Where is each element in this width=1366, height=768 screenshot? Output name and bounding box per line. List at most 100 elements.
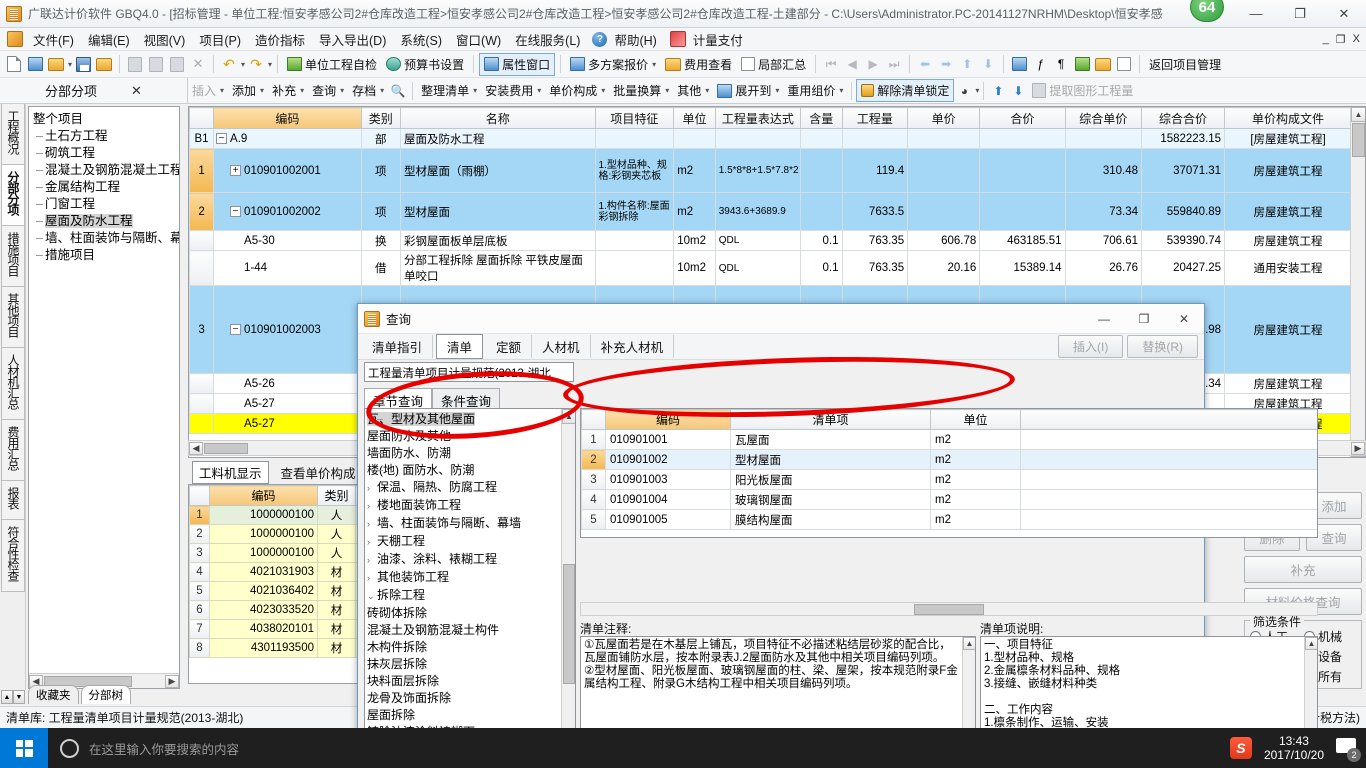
grid-col-5[interactable]: 单位	[673, 107, 716, 129]
delete-icon[interactable]: ✕	[188, 54, 208, 74]
calculator-icon[interactable]	[1009, 54, 1029, 74]
dialog-replace-button[interactable]: 替换(R)	[1127, 335, 1198, 358]
dialog-insert-button[interactable]: 插入(I)	[1058, 335, 1124, 358]
vtabs-scroll-down[interactable]: ▼	[13, 690, 25, 704]
description-scroll-up[interactable]: ▲	[1305, 637, 1317, 650]
cell-code[interactable]: A5-27	[213, 413, 362, 434]
chapter-tree-item-0[interactable]: 瓦、型材及其他屋面	[365, 411, 575, 428]
menu-item-system[interactable]: 系统(S)	[393, 28, 449, 51]
supplement-material-button[interactable]: 补充	[1244, 556, 1362, 583]
clause-col-0[interactable]	[581, 409, 606, 430]
arrow-down-icon[interactable]: ⬇	[1008, 81, 1028, 101]
vtab-0[interactable]: 工程概况	[1, 104, 25, 165]
undo-dropdown-caret[interactable]: ▾	[241, 60, 245, 69]
cell-code[interactable]: A5-27	[213, 393, 362, 414]
vtab-6[interactable]: 报表	[1, 481, 25, 520]
table-row[interactable]: 2 010901002 型材屋面 m2	[581, 449, 1317, 470]
table-row[interactable]: 1-44 借分部工程拆除 屋面拆除 平铁皮屋面 单咬口 10m2 QDL 0.1 763.…	[189, 250, 1352, 286]
grid-scroll-thumb[interactable]	[1352, 123, 1365, 157]
clause-grid-hscrollbar[interactable]	[580, 602, 1318, 616]
clause-grid-hscroll-thumb[interactable]	[914, 603, 984, 615]
chapter-tree-item-16[interactable]: 龙骨及饰面拆除	[365, 690, 575, 707]
multi-quote-caret[interactable]: ▾	[652, 60, 656, 69]
organize-list-button[interactable]: 整理清单 ▾	[417, 80, 481, 101]
vtabs-scroll-up[interactable]: ▲	[1, 690, 13, 704]
dialog-tab-2[interactable]: 定额	[486, 335, 533, 358]
vtab-7[interactable]: 符合性检查	[1, 520, 25, 592]
unlock-list-button[interactable]: 解除清单锁定	[856, 79, 955, 102]
table-row[interactable]: 4 010901004 玻璃钢屋面 m2	[581, 489, 1317, 510]
cell-code[interactable]: A5-26	[213, 373, 362, 394]
material-col-1[interactable]: 编码	[209, 485, 318, 506]
first-record-icon[interactable]: ⏮	[821, 54, 841, 74]
taskbar-search-input[interactable]: 在这里输入你要搜索的内容	[89, 739, 239, 758]
dialog-close-button[interactable]: ✕	[1164, 304, 1204, 333]
clause-list-grid[interactable]: 编码 清单项 单位 1 010901001 瓦屋面 m2 2 010901002 型材屋面 m2 3…	[580, 408, 1318, 538]
tab-material-display[interactable]: 工料机显示	[192, 460, 269, 484]
doc-minimize-button[interactable]: _	[1323, 33, 1329, 45]
notification-center-icon[interactable]: 2	[1336, 738, 1361, 762]
insert-button[interactable]: 插入 ▾	[188, 80, 228, 101]
chapter-tree-scroll-up[interactable]: ▲	[562, 409, 575, 424]
cell-code[interactable]: − A.9	[213, 128, 362, 149]
chevron-icon[interactable]: ⌄	[367, 588, 377, 605]
chapter-tree-item-10[interactable]: ⌄ 拆除工程	[365, 587, 575, 605]
doc-close-button[interactable]: X	[1353, 33, 1360, 45]
tree-tab-favorites[interactable]: 收藏夹	[28, 685, 79, 704]
save-as-icon[interactable]	[94, 54, 114, 74]
grid-hscroll-thumb[interactable]	[204, 442, 248, 454]
redo-icon[interactable]: ↷	[246, 54, 266, 74]
chapter-tree-item-5[interactable]: › 楼地面装饰工程	[365, 497, 575, 515]
chapter-tree[interactable]: 瓦、型材及其他屋面 屋面防水及其他 墙面防水、防潮 楼(地) 面防水、防潮 › 保温、隔热…	[364, 408, 576, 760]
cell-code[interactable]: −010901002002	[213, 192, 362, 231]
chapter-tree-item-13[interactable]: 木构件拆除	[365, 639, 575, 656]
grid-vertical-scrollbar[interactable]: ▲ ▼	[1350, 107, 1365, 457]
cell-code[interactable]: +010901002001	[213, 148, 362, 193]
grid-icon[interactable]	[1114, 54, 1134, 74]
menu-item-online-service[interactable]: 在线服务(L)	[508, 28, 587, 51]
chevron-icon[interactable]: ›	[367, 570, 377, 587]
note-scroll-up[interactable]: ▲	[963, 637, 975, 650]
menu-item-help[interactable]: 帮助(H)	[607, 28, 663, 51]
query-dialog[interactable]: 查询 — ❐ ✕ 清单指引 清单 定额 人材机 补充人材机 插入(I) 替换(R) 工程…	[357, 303, 1318, 768]
tree-item-4[interactable]: 门窗工程	[33, 196, 177, 213]
dialog-maximize-button[interactable]: ❐	[1124, 304, 1164, 333]
tree-item-2[interactable]: 混凝土及钢筋混凝土工程	[33, 162, 179, 179]
grid-col-11[interactable]: 综合单价	[1064, 107, 1143, 129]
undo-icon[interactable]: ↶	[219, 54, 239, 74]
expand-to-button[interactable]: 展开到 ▾	[713, 80, 783, 101]
minimize-button[interactable]: —	[1234, 0, 1278, 27]
tree-item-7[interactable]: 措施项目	[33, 247, 177, 264]
batch-convert-button[interactable]: 批量换算 ▾	[609, 80, 673, 101]
sogou-ime-icon[interactable]: S	[1229, 737, 1252, 759]
chapter-tree-item-11[interactable]: 砖砌体拆除	[365, 605, 575, 622]
menu-item-edit[interactable]: 编辑(E)	[81, 28, 137, 51]
open-dropdown-caret[interactable]: ▾	[68, 60, 72, 69]
taskbar-clock[interactable]: 13:43 2017/10/20	[1264, 734, 1324, 762]
material-col-2[interactable]: 类别	[317, 485, 356, 506]
chapter-tree-item-3[interactable]: 楼(地) 面防水、防潮	[365, 462, 575, 479]
chevron-icon[interactable]: ›	[367, 498, 377, 515]
budget-setting-button[interactable]: 预算书设置	[382, 54, 468, 75]
fill-color-icon[interactable]: ◕	[954, 81, 974, 101]
redo-dropdown-caret[interactable]: ▾	[268, 60, 272, 69]
tree-item-3[interactable]: 金属结构工程	[33, 179, 177, 196]
clause-col-2[interactable]: 清单项	[730, 409, 931, 430]
chevron-icon[interactable]: ›	[367, 480, 377, 497]
row-expander-icon[interactable]: −	[216, 132, 228, 144]
dialog-tab-1[interactable]: 清单	[436, 334, 484, 359]
doc-restore-button[interactable]: ❐	[1336, 33, 1346, 46]
move-right-icon[interactable]: ➡	[936, 54, 956, 74]
chapter-tree-item-12[interactable]: 混凝土及钢筋混凝土构件	[365, 622, 575, 639]
tree-tab-division[interactable]: 分部树	[80, 685, 131, 704]
menu-item-file[interactable]: 文件(F)	[26, 28, 81, 51]
fill-color-caret[interactable]: ▾	[975, 86, 979, 95]
save-icon[interactable]	[73, 54, 93, 74]
tab-view-price-composition[interactable]: 查看单价构成	[275, 462, 362, 483]
archive-button[interactable]: 存档 ▾	[348, 80, 388, 101]
chapter-tree-item-8[interactable]: › 油漆、涂料、裱糊工程	[365, 551, 575, 569]
table-row[interactable]: 2−010901002002 项型材屋面 1.构件名称:屋面彩钢拆除 m2 3943.6…	[189, 192, 1352, 231]
maximize-button[interactable]: ❐	[1278, 0, 1322, 27]
chapter-tree-item-7[interactable]: › 天棚工程	[365, 533, 575, 551]
prev-record-icon[interactable]: ◀	[842, 54, 862, 74]
